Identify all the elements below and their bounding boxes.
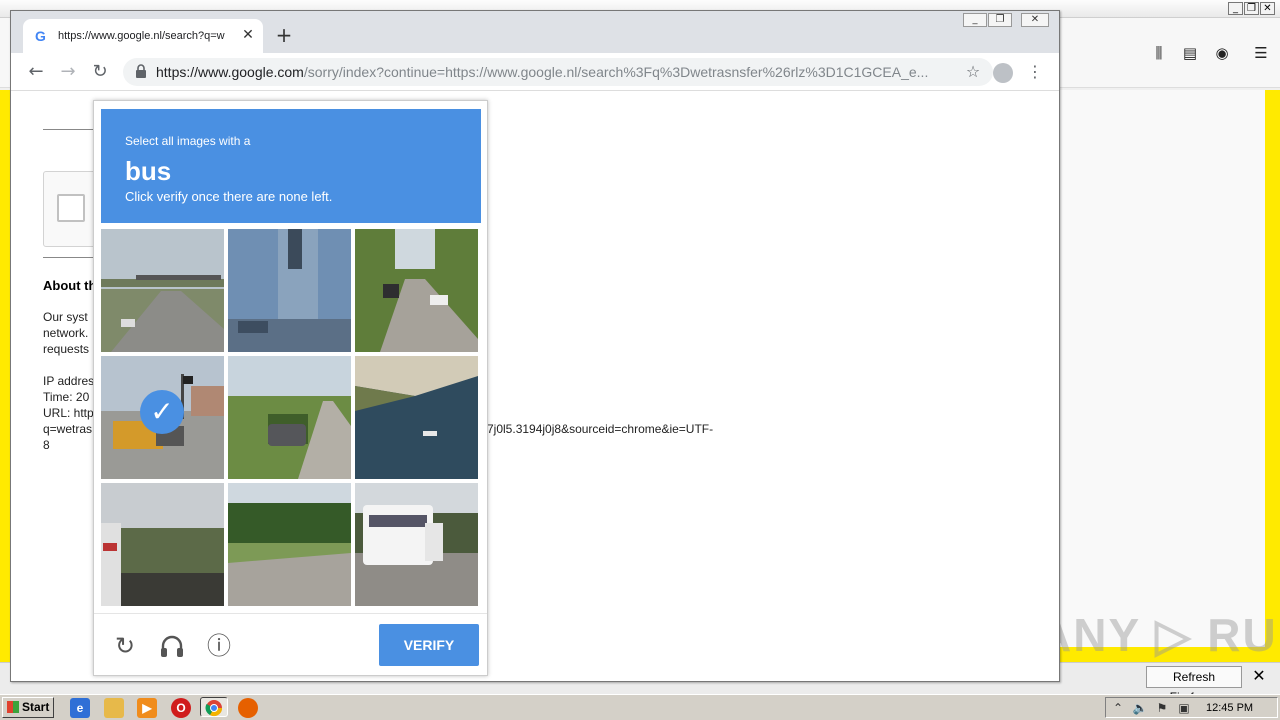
image-tile-river[interactable] bbox=[355, 356, 478, 479]
page-text-line: network. bbox=[43, 326, 89, 340]
address-bar[interactable]: https://www.google.com/sorry/index?conti… bbox=[123, 58, 993, 86]
chrome-menu-icon[interactable]: ⋮ bbox=[1027, 61, 1043, 83]
hamburger-menu-icon[interactable]: ☰ bbox=[1252, 44, 1270, 62]
url-path: /sorry/index?continue=https://www.google… bbox=[303, 64, 929, 80]
challenge-footer: ↻ ⓘ VERIFY bbox=[94, 613, 487, 675]
chrome-close-button[interactable]: ✕ bbox=[1021, 13, 1049, 27]
bookmark-star-icon[interactable]: ☆ bbox=[963, 62, 983, 82]
verify-button[interactable]: VERIFY bbox=[379, 624, 479, 666]
back-arrow-icon[interactable]: ← bbox=[25, 61, 47, 83]
image-tile-shuttle-bus[interactable] bbox=[355, 483, 478, 606]
new-tab-button[interactable]: + bbox=[274, 25, 294, 45]
image-tile-tree-road[interactable] bbox=[355, 229, 478, 352]
action-center-flag-icon[interactable]: ⚑ bbox=[1154, 700, 1170, 716]
page-text-line: IP addres bbox=[43, 374, 95, 388]
firefox-minimize-button[interactable]: _ bbox=[1228, 2, 1243, 15]
account-icon[interactable]: ◉ bbox=[1213, 44, 1231, 62]
tab-google-search[interactable]: G https://www.google.nl/search?q=w ✕ bbox=[23, 19, 263, 53]
challenge-header: Select all images with a bus Click verif… bbox=[101, 109, 481, 223]
profile-avatar-icon[interactable] bbox=[993, 63, 1013, 83]
media-player-icon[interactable]: ▶ bbox=[137, 698, 157, 718]
firefox-icon[interactable] bbox=[238, 698, 258, 718]
google-favicon-icon: G bbox=[35, 28, 46, 44]
page-text-line: URL: http bbox=[43, 406, 94, 420]
recaptcha-challenge: Select all images with a bus Click verif… bbox=[93, 100, 488, 676]
sidebar-icon[interactable]: ▤ bbox=[1181, 44, 1199, 62]
image-tile-highway[interactable] bbox=[101, 229, 224, 352]
chrome-taskbar-button[interactable] bbox=[200, 697, 228, 717]
system-tray: ⌃ 🔈 ⚑ ▣ 12:45 PM bbox=[1105, 697, 1278, 718]
taskbar-clock[interactable]: 12:45 PM bbox=[1206, 701, 1253, 715]
challenge-object: bus bbox=[125, 156, 172, 186]
firefox-close-button[interactable]: ✕ bbox=[1260, 2, 1275, 15]
chrome-restore-button[interactable]: ❐ bbox=[988, 13, 1012, 27]
reload-icon[interactable]: ↻ bbox=[89, 61, 111, 83]
tray-expand-icon[interactable]: ⌃ bbox=[1110, 700, 1126, 716]
challenge-instruction: Click verify once there are none left. bbox=[125, 189, 333, 204]
page-text-line: requests bbox=[43, 342, 90, 356]
file-explorer-icon[interactable] bbox=[104, 698, 124, 718]
firefox-page-panel bbox=[1060, 90, 1265, 647]
anyrun-watermark: ANY ▷ RUN bbox=[1038, 609, 1280, 661]
tab-title: https://www.google.nl/search?q=w bbox=[58, 30, 225, 42]
chrome-toolbar: ← → ↻ https://www.google.com/sorry/index… bbox=[11, 53, 1059, 91]
tab-strip: G https://www.google.nl/search?q=w ✕ + _… bbox=[11, 11, 1059, 53]
windows-taskbar: Start e ▶ O ⌃ 🔈 ⚑ ▣ 12:45 PM bbox=[0, 694, 1280, 720]
about-heading: About th bbox=[43, 278, 97, 293]
image-tile-parked-car[interactable] bbox=[228, 356, 351, 479]
image-tile-school-bus[interactable]: ✓ bbox=[101, 356, 224, 479]
start-button[interactable]: Start bbox=[2, 697, 54, 718]
recaptcha-checkbox[interactable] bbox=[57, 194, 85, 222]
library-icon[interactable]: ⫼ bbox=[1150, 44, 1168, 62]
windows-logo-icon bbox=[7, 701, 19, 713]
start-label: Start bbox=[22, 700, 50, 714]
image-tile-road-trees[interactable] bbox=[228, 483, 351, 606]
selected-checkmark-icon: ✓ bbox=[140, 390, 184, 434]
page-text-line: Time: 20 bbox=[43, 390, 90, 404]
forward-arrow-icon[interactable]: → bbox=[57, 61, 79, 83]
firefox-restore-button[interactable]: ❐ bbox=[1244, 2, 1259, 15]
opera-icon[interactable]: O bbox=[171, 698, 191, 718]
info-icon[interactable]: ⓘ bbox=[205, 632, 233, 660]
lock-icon bbox=[135, 64, 149, 80]
internet-explorer-icon[interactable]: e bbox=[70, 698, 90, 718]
volume-icon[interactable]: 🔈 bbox=[1132, 700, 1148, 716]
page-text-line: q=wetras bbox=[43, 422, 93, 436]
url-host: https://www.google.com bbox=[156, 64, 304, 80]
page-text-line: 8 bbox=[43, 438, 50, 452]
reload-challenge-icon[interactable]: ↻ bbox=[111, 632, 139, 660]
image-tile-river-bridge[interactable] bbox=[101, 483, 224, 606]
page-url-tail: 7j0l5.3194j0j8&sourceid=chrome&ie=UTF- bbox=[487, 422, 714, 436]
challenge-prompt: Select all images with a bbox=[125, 134, 251, 148]
audio-headphones-icon[interactable] bbox=[158, 632, 186, 660]
tab-close-icon[interactable]: ✕ bbox=[240, 27, 256, 43]
page-text-line: Our syst bbox=[43, 310, 88, 324]
image-tile-blurry-street[interactable] bbox=[228, 229, 351, 352]
notification-close-icon[interactable]: ✕ bbox=[1250, 666, 1268, 686]
network-icon[interactable]: ▣ bbox=[1176, 700, 1192, 716]
url-text: https://www.google.com/sorry/index?conti… bbox=[156, 64, 946, 80]
chrome-minimize-button[interactable]: _ bbox=[963, 13, 987, 27]
refresh-firefox-button[interactable]: Refresh Firefox… bbox=[1146, 666, 1242, 704]
